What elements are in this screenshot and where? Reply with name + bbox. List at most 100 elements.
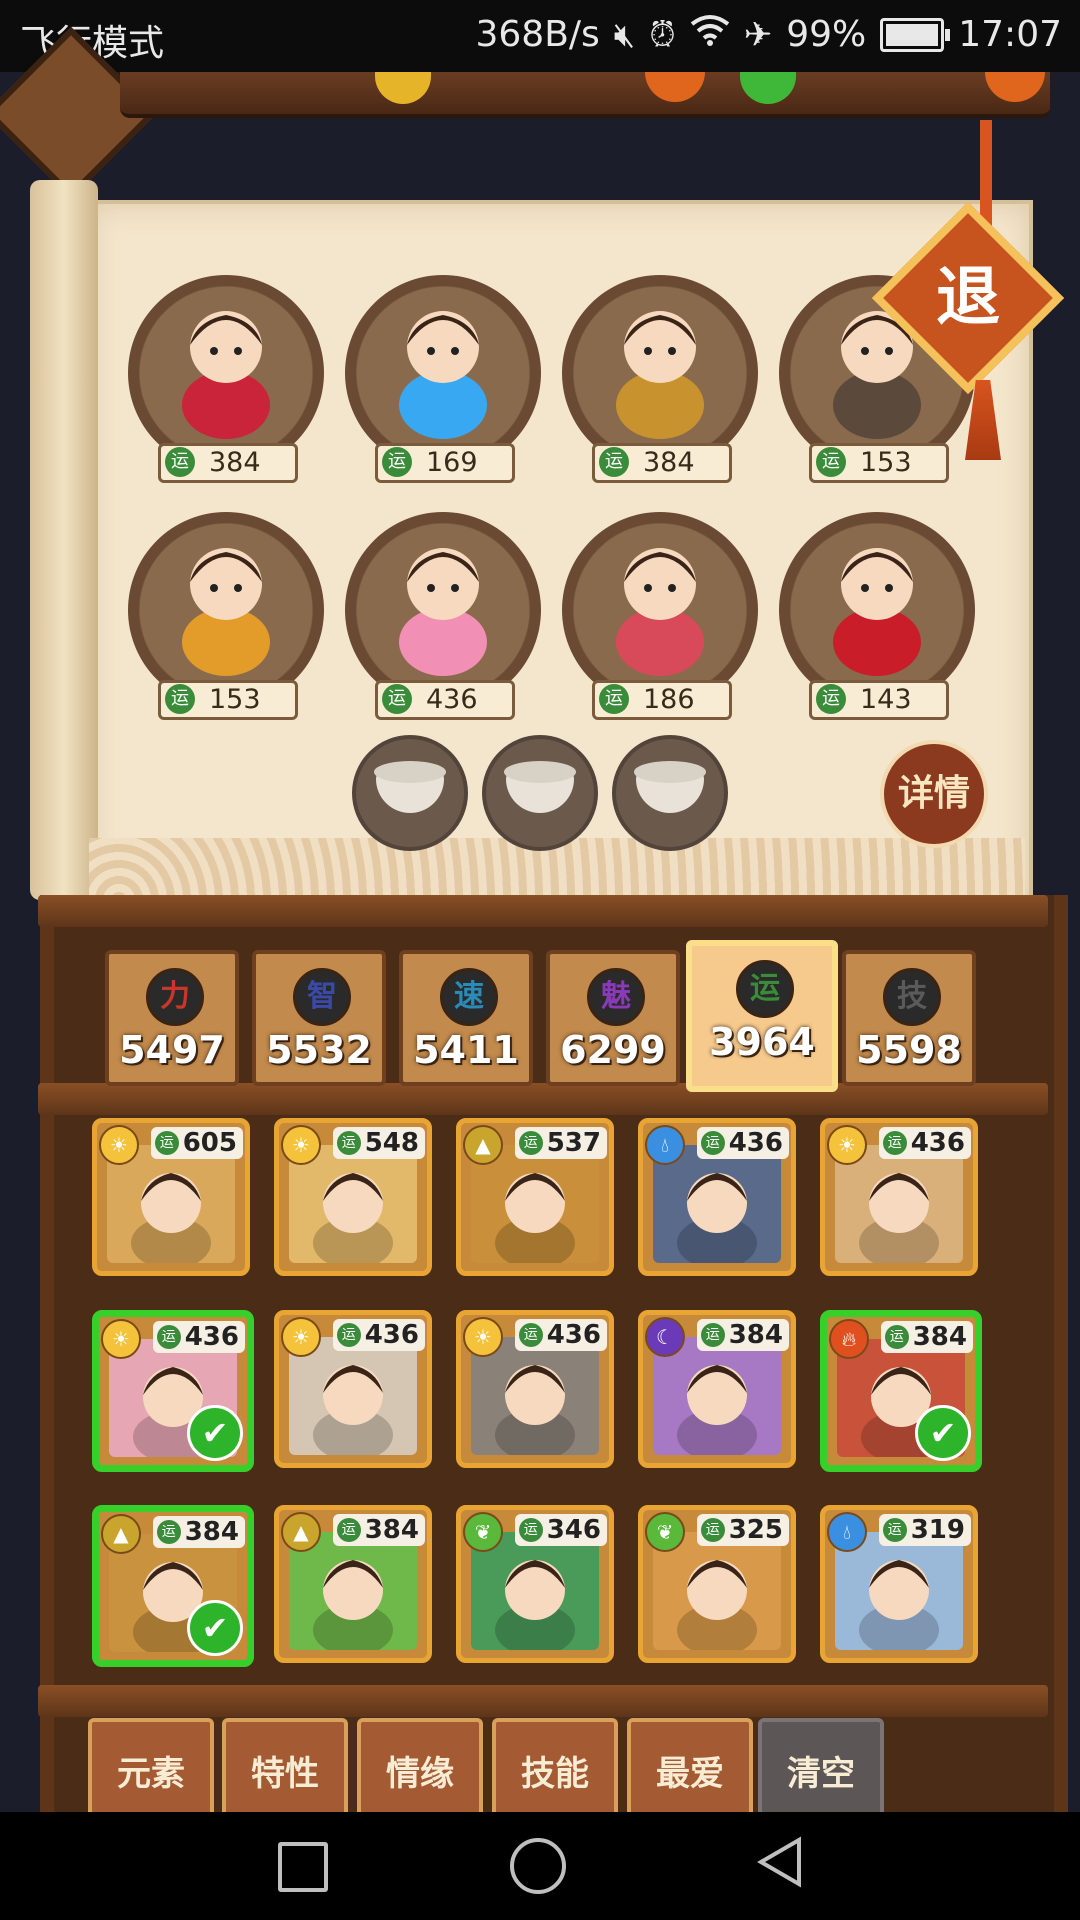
stat-filter-skill[interactable]: 技 5598 [842,950,976,1086]
luck-icon: 运 [518,1131,543,1155]
luck-badge: 运 346 [514,1514,607,1546]
luck-icon: 运 [816,684,846,714]
pink-coin-girl-icon [399,548,487,676]
card-coin-girl[interactable]: ❦ 运 325 [638,1505,796,1663]
tab-clear[interactable]: 清空 [758,1718,884,1814]
card-crown-princess[interactable]: 🔥︎ 运 384 ✔ [820,1310,982,1472]
status-icons: 368B/s 🔇︎ ⏰︎ ✈︎ 99% 17:07 [475,14,1062,55]
element-fire-icon: 🔥︎ [829,1319,869,1359]
roster-slot-crown-princess[interactable]: 运 384 [128,275,324,483]
luck-icon: 运 [518,1518,543,1542]
luck-value: 384 [364,1515,419,1545]
luck-badge: 运 436 [696,1127,789,1159]
luck-icon: 运 [382,684,412,714]
battery-icon [880,17,951,52]
stat-filter-charm[interactable]: 魅 6299 [546,950,680,1086]
luck-badge: 运 319 [878,1514,971,1546]
birthday-cake-girl-icon [616,548,704,676]
exit-label: 退 [936,261,1000,335]
luck-badge: 运 384 [696,1319,789,1351]
tab-element[interactable]: 元素 [88,1718,214,1814]
stat-filter-speed[interactable]: 速 5411 [399,950,533,1086]
tab-skill[interactable]: 技能 [492,1718,618,1814]
recents-button[interactable] [278,1842,328,1892]
checkmark-icon: ✔ [915,1405,971,1461]
stat-value: 5532 [266,1028,372,1072]
element-earth-icon: ▲ [101,1514,141,1554]
luck-badge: 运 436 [514,1319,607,1351]
wisdom-icon: 智 [293,968,351,1026]
card-blue-beast[interactable]: 💧︎ 运 436 [638,1118,796,1276]
luck-badge: 运 436 [878,1127,971,1159]
charm-icon: 魅 [587,968,645,1026]
luck-icon: 运 [816,447,846,477]
rice-bowl-1[interactable] [352,735,468,851]
home-button[interactable] [510,1838,566,1894]
element-wood-icon: ❦ [463,1512,503,1552]
luck-badge: 运 384 [332,1514,425,1546]
card-pink-coin-girl[interactable]: ☀ 运 436 ✔ [92,1310,254,1472]
tab-favorite[interactable]: 最爱 [627,1718,753,1814]
back-button[interactable] [755,1836,805,1888]
roster-slot-leaf-hat-girl[interactable]: 运 384 [562,275,758,483]
luck-icon: 运 [599,447,629,477]
roster-slot-red-coat-girl[interactable]: 运 143 [779,512,975,720]
luck-icon: 运 [336,1518,361,1542]
luck-value: 运 436 [375,680,515,720]
luck-badge: 运 436 [152,1321,245,1353]
resource-bar [0,26,1080,200]
card-white-rabbit[interactable]: ☀ 运 436 [274,1310,432,1468]
luck-value: 运 384 [158,443,298,483]
stat-filter-luck[interactable]: 运 3964 [686,940,838,1092]
element-sun-icon: ☀ [827,1125,867,1165]
card-golden-goddess[interactable]: ▲ 运 537 [456,1118,614,1276]
card-watermelon-kid[interactable]: ▲ 运 384 [274,1505,432,1663]
luck-value: 436 [546,1320,601,1350]
card-white-fighter[interactable]: ☀ 运 436 [820,1118,978,1276]
luck-icon: 运 [736,960,794,1018]
luck-value: 346 [546,1515,601,1545]
luck-icon: 运 [156,1520,181,1544]
card-pumpkin-girl[interactable]: ☀ 运 605 [92,1118,250,1276]
rice-bowl-3[interactable] [612,735,728,851]
card-leaf-hat-girl[interactable]: ▲ 运 384 ✔ [92,1505,254,1667]
luck-value: 436 [364,1320,419,1350]
rice-bowl-2[interactable] [482,735,598,851]
luck-icon: 运 [156,1325,181,1349]
card-roast-duck[interactable]: ☀ 运 548 [274,1118,432,1276]
tab-bond[interactable]: 情缘 [357,1718,483,1814]
details-button[interactable]: 详情 [880,740,988,848]
roster-slot-pink-coin-girl[interactable]: 运 436 [345,512,541,720]
roster-slot-blue-dragon-girl[interactable]: 运 169 [345,275,541,483]
luck-icon: 运 [336,1131,361,1155]
stat-filter-wisdom[interactable]: 智 5532 [252,950,386,1086]
element-sun-icon: ☀ [281,1125,321,1165]
stat-value: 5411 [413,1028,519,1072]
shelf-middle [38,1083,1048,1115]
roster-slot-birthday-cake-girl[interactable]: 运 186 [562,512,758,720]
card-ski-cat[interactable]: 💧︎ 运 319 [820,1505,978,1663]
status-bar: 飞行模式 368B/s 🔇︎ ⏰︎ ✈︎ 99% 17:07 [0,0,1080,72]
element-sun-icon: ☀ [281,1317,321,1357]
luck-icon: 运 [336,1323,361,1347]
luck-value: 548 [364,1128,419,1158]
element-wood-icon: ❦ [645,1512,685,1552]
card-green-dragon[interactable]: ❦ 运 346 [456,1505,614,1663]
airplane-icon: ✈︎ [743,14,773,55]
roster-slot-honey-pot-boy[interactable]: 运 153 [128,512,324,720]
luck-badge: 运 548 [332,1127,425,1159]
clock: 17:07 [958,14,1062,55]
crown-princess-icon [182,311,270,439]
luck-icon: 运 [700,1323,725,1347]
tab-trait[interactable]: 特性 [222,1718,348,1814]
card-purple-cauldron[interactable]: ☾ 运 384 [638,1310,796,1468]
battery-fill [886,23,938,46]
luck-badge: 运 436 [332,1319,425,1351]
luck-value: 运 384 [592,443,732,483]
element-earth-icon: ▲ [281,1512,321,1552]
net-speed: 368B/s [475,14,600,55]
card-tombstone[interactable]: ☀ 运 436 [456,1310,614,1468]
luck-value: 384 [184,1517,239,1547]
element-earth-icon: ▲ [463,1125,503,1165]
stat-filter-power[interactable]: 力 5497 [105,950,239,1086]
